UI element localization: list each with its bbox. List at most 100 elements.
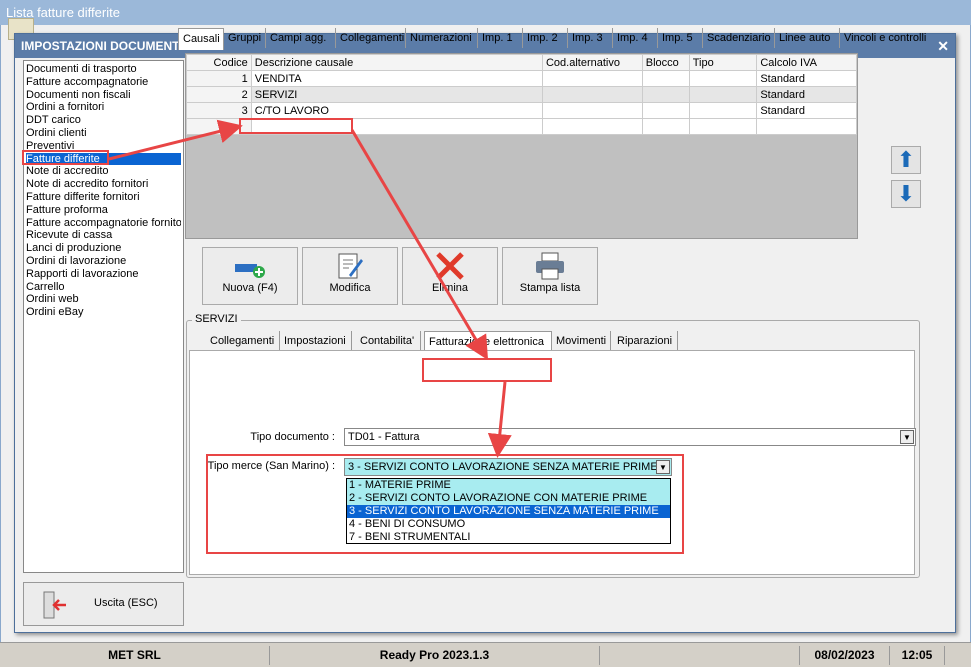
cell [541, 70, 643, 87]
tipo-merce-select[interactable]: 3 - SERVIZI CONTO LAVORAZIONE SENZA MATE… [344, 458, 672, 476]
col-calcolo-iva[interactable]: Calcolo IVA [756, 54, 857, 71]
tipo-merce-value: 3 - SERVIZI CONTO LAVORAZIONE SENZA MATE… [348, 461, 658, 473]
table-row[interactable]: 3 C/TO LAVORO Standard [186, 102, 857, 119]
col-tipo[interactable]: Tipo [688, 54, 758, 71]
chevron-down-icon[interactable]: ▼ [656, 460, 670, 474]
cell-calcolo-iva: Standard [756, 86, 857, 103]
list-item[interactable]: Ordini eBay [26, 306, 181, 319]
tab-collegamenti[interactable]: Collegamenti [336, 28, 406, 48]
subtab-contabilita[interactable]: Contabilita' [356, 331, 421, 351]
list-item[interactable]: Documenti di trasporto [26, 63, 181, 76]
dropdown-option[interactable]: 7 - BENI STRUMENTALI [347, 531, 670, 544]
list-item[interactable]: Lanci di produzione [26, 242, 181, 255]
cell-descrizione: SERVIZI [250, 86, 543, 103]
table-header-row: Codice Descrizione causale Cod.alternati… [186, 54, 857, 71]
move-up-button[interactable]: ⬆ [891, 146, 921, 174]
cell [688, 102, 758, 119]
edit-button[interactable]: Modifica [302, 247, 398, 305]
dropdown-option[interactable]: 1 - MATERIE PRIME [347, 479, 670, 492]
print-list-button[interactable]: Stampa lista [502, 247, 598, 305]
cell-codice: 2 [186, 86, 252, 103]
delete-button[interactable]: Elimina [402, 247, 498, 305]
list-item[interactable]: Ordini di lavorazione [26, 255, 181, 268]
subtab-movimenti[interactable]: Movimenti [552, 331, 611, 351]
settings-tabs: Causali Gruppi Campi agg. Collegamenti N… [178, 28, 932, 50]
list-item[interactable]: Fatture accompagnatorie [26, 76, 181, 89]
outer-window-title: Lista fatture differite [0, 0, 971, 25]
subtab-impostazioni[interactable]: Impostazioni [280, 331, 352, 351]
list-item[interactable]: Ricevute di cassa [26, 229, 181, 242]
delete-x-icon [403, 248, 497, 282]
list-item-selected[interactable]: Fatture differite [26, 152, 181, 166]
cell [688, 70, 758, 87]
tipo-documento-select[interactable]: TD01 - Fattura ▼ [344, 428, 916, 446]
col-codice[interactable]: Codice [186, 54, 252, 71]
list-item[interactable]: Rapporti di lavorazione [26, 268, 181, 281]
tab-imp-3[interactable]: Imp. 3 [568, 28, 613, 48]
tab-imp-4[interactable]: Imp. 4 [613, 28, 658, 48]
list-item[interactable]: Ordini a fornitori [26, 101, 181, 114]
cell-empty [186, 118, 252, 135]
tab-scadenziario[interactable]: Scadenziario [703, 28, 775, 48]
tab-gruppi[interactable]: Gruppi [224, 28, 266, 48]
tab-imp-5[interactable]: Imp. 5 [658, 28, 703, 48]
causali-table[interactable]: Codice Descrizione causale Cod.alternati… [185, 53, 858, 239]
move-down-button[interactable]: ⬇ [891, 180, 921, 208]
tab-causali[interactable]: Causali [178, 28, 224, 50]
printer-icon [503, 248, 597, 282]
list-item[interactable]: Note di accredito fornitori [26, 178, 181, 191]
tab-imp-2[interactable]: Imp. 2 [523, 28, 568, 48]
exit-door-icon [43, 591, 66, 619]
close-icon[interactable]: ✕ [937, 34, 949, 58]
exit-label: Uscita (ESC) [94, 597, 158, 609]
list-item[interactable]: Note di accredito [26, 165, 181, 178]
cell [641, 102, 690, 119]
tab-campi-agg[interactable]: Campi agg. [266, 28, 336, 48]
subtab-fatturazione-elettronica[interactable]: Fatturazione elettronica [424, 331, 552, 351]
status-app-version: Ready Pro 2023.1.3 [270, 646, 600, 665]
list-item[interactable]: Fatture accompagnatorie fornito [26, 217, 181, 230]
new-button[interactable]: Nuova (F4) [202, 247, 298, 305]
tipo-documento-value: TD01 - Fattura [348, 431, 420, 443]
cell-calcolo-iva: Standard [756, 102, 857, 119]
tab-imp-1[interactable]: Imp. 1 [478, 28, 523, 48]
list-item[interactable]: Ordini clienti [26, 127, 181, 140]
delete-label: Elimina [431, 282, 469, 294]
tipo-documento-label: Tipo documento : [250, 431, 335, 443]
tipo-merce-dropdown[interactable]: 1 - MATERIE PRIME 2 - SERVIZI CONTO LAVO… [346, 478, 671, 544]
cell-empty [541, 118, 643, 135]
col-cod-alternativo[interactable]: Cod.alternativo [541, 54, 643, 71]
document-type-list[interactable]: Documenti di trasporto Fatture accompagn… [23, 60, 184, 573]
list-item[interactable]: Carrello [26, 281, 181, 294]
dropdown-option[interactable]: 4 - BENI DI CONSUMO [347, 518, 670, 531]
group-title: SERVIZI [192, 313, 241, 325]
tab-linee-auto[interactable]: Linee auto [775, 28, 840, 48]
table-row-selected[interactable]: 2 SERVIZI Standard [186, 86, 857, 103]
subtab-collegamenti[interactable]: Collegamenti [206, 331, 280, 351]
list-item[interactable]: Fatture differite fornitori [26, 191, 181, 204]
cell [541, 86, 643, 103]
cell-empty [250, 118, 543, 135]
dropdown-option-selected[interactable]: 3 - SERVIZI CONTO LAVORAZIONE SENZA MATE… [347, 505, 670, 518]
cell [641, 70, 690, 87]
tipo-merce-label: Tipo merce (San Marino) : [207, 460, 335, 472]
dropdown-option[interactable]: 2 - SERVIZI CONTO LAVORAZIONE CON MATERI… [347, 492, 670, 505]
list-item[interactable]: Ordini web [26, 293, 181, 306]
edit-document-icon [303, 248, 397, 282]
status-company: MET SRL [0, 646, 270, 665]
cell-empty [641, 118, 690, 135]
chevron-down-icon[interactable]: ▼ [900, 430, 914, 444]
col-blocco[interactable]: Blocco [641, 54, 690, 71]
list-item[interactable]: DDT carico [26, 114, 181, 127]
table-row[interactable]: 1 VENDITA Standard [186, 70, 857, 87]
list-item[interactable]: Fatture proforma [26, 204, 181, 217]
list-item[interactable]: Preventivi [26, 140, 181, 153]
exit-button[interactable]: Uscita (ESC) [23, 582, 184, 626]
tab-vincoli-controlli[interactable]: Vincoli e controlli [840, 28, 932, 48]
tab-numerazioni[interactable]: Numerazioni [406, 28, 478, 48]
arrow-down-icon: ⬇ [896, 181, 916, 206]
cell-calcolo-iva: Standard [756, 70, 857, 87]
subtab-riparazioni[interactable]: Riparazioni [613, 331, 678, 351]
col-descrizione[interactable]: Descrizione causale [250, 54, 543, 71]
list-item[interactable]: Documenti non fiscali [26, 89, 181, 102]
